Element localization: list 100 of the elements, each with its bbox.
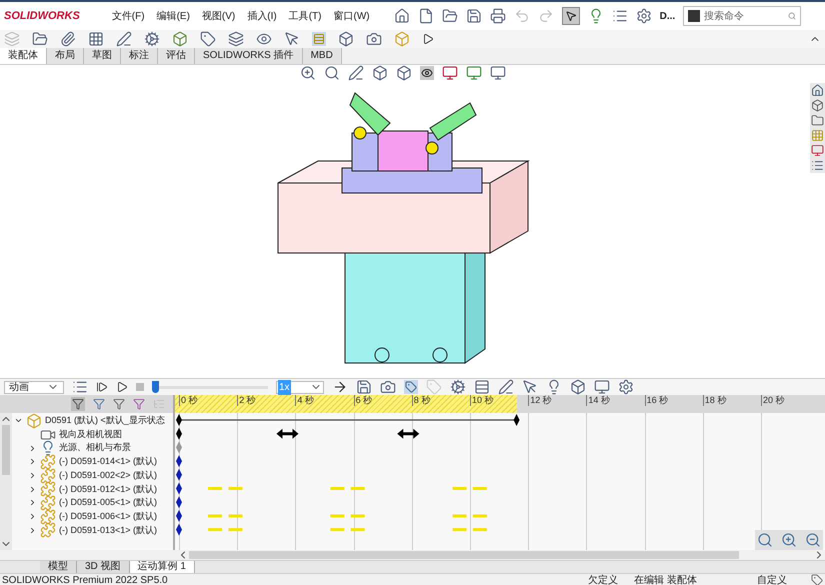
tree-toggle[interactable] bbox=[28, 484, 37, 494]
keyframe-diamond[interactable] bbox=[176, 414, 182, 426]
tree-toggle[interactable] bbox=[28, 526, 37, 535]
tree-item-label[interactable]: (-) D0591-005<1> (默认) bbox=[59, 496, 158, 510]
tree-item-label[interactable]: (-) D0591-014<1> (默认) bbox=[59, 455, 158, 469]
save-icon[interactable] bbox=[466, 8, 482, 24]
pattern-icon[interactable] bbox=[88, 31, 104, 47]
tree-item-label[interactable]: (-) D0591-012<1> (默认) bbox=[59, 482, 158, 496]
units-selector[interactable]: 自定义 bbox=[757, 572, 787, 585]
force-icon[interactable] bbox=[522, 379, 538, 395]
settings-icon[interactable] bbox=[618, 379, 634, 395]
document-tab[interactable]: 3D 视图 bbox=[77, 561, 130, 573]
animation-wizard-icon[interactable] bbox=[380, 379, 396, 395]
gear-icon[interactable] bbox=[144, 31, 160, 47]
section-view-icon[interactable] bbox=[372, 65, 388, 81]
tree-item-label[interactable]: D0591 (默认) <默认_显示状态 bbox=[45, 414, 165, 428]
zoom-area-icon[interactable] bbox=[324, 65, 340, 81]
timeline-scrollbar-thumb[interactable] bbox=[189, 551, 739, 559]
home-icon[interactable] bbox=[811, 84, 824, 97]
tree-toggle[interactable] bbox=[28, 498, 37, 508]
ribbon-tab[interactable]: MBD bbox=[302, 48, 342, 64]
monitor-icon[interactable] bbox=[490, 65, 506, 81]
tag-icon[interactable] bbox=[811, 574, 823, 585]
menu-item[interactable]: 窗口(W) bbox=[333, 8, 370, 24]
design-library-icon[interactable] bbox=[811, 99, 824, 112]
scrollbar-thumb[interactable] bbox=[2, 425, 10, 475]
search-field[interactable]: 搜索命令 bbox=[704, 8, 784, 24]
ribbon-tab[interactable]: 评估 bbox=[158, 48, 195, 64]
edit-icon[interactable] bbox=[116, 31, 132, 47]
ribbon-tab[interactable]: 标注 bbox=[121, 48, 158, 64]
keyframe-diamond[interactable] bbox=[176, 496, 182, 508]
tree-item-label[interactable]: (-) D0591-013<1> (默认) bbox=[59, 524, 158, 538]
explode-icon[interactable] bbox=[228, 31, 244, 47]
scene-icon[interactable] bbox=[466, 65, 482, 81]
menu-item[interactable]: 编辑(E) bbox=[156, 8, 190, 24]
search-box[interactable]: 搜索命令 bbox=[683, 6, 802, 26]
display-style-button[interactable] bbox=[420, 66, 434, 80]
new-file-icon[interactable] bbox=[418, 8, 434, 24]
study-type-dropdown[interactable]: 动画 bbox=[4, 380, 64, 394]
ribbon-tab[interactable]: 装配体 bbox=[0, 48, 47, 64]
view-palette-icon[interactable] bbox=[811, 129, 824, 142]
keyframe-diamond[interactable] bbox=[514, 414, 520, 426]
tree-toggle[interactable] bbox=[28, 444, 37, 453]
zoom-icon[interactable] bbox=[300, 65, 316, 81]
zoom-out-icon[interactable] bbox=[805, 532, 821, 548]
study-properties-icon[interactable] bbox=[594, 379, 610, 395]
filter-button[interactable] bbox=[71, 397, 85, 411]
contact-icon[interactable] bbox=[498, 379, 514, 395]
keyframe-diamond[interactable] bbox=[176, 455, 182, 468]
spring-icon[interactable] bbox=[474, 379, 490, 395]
open-folder-icon[interactable] bbox=[442, 8, 458, 24]
view-orientation-icon[interactable] bbox=[396, 65, 412, 81]
keyframe-diamond[interactable] bbox=[176, 428, 182, 440]
zoom-in-icon[interactable] bbox=[781, 532, 797, 548]
tree-toggle[interactable] bbox=[28, 512, 37, 522]
tree-item-label[interactable]: 视向及相机视图 bbox=[59, 428, 122, 442]
interpolation-marker[interactable] bbox=[397, 428, 420, 439]
tree-item-label[interactable]: (-) D0591-006<1> (默认) bbox=[59, 510, 158, 524]
tree-toggle[interactable] bbox=[28, 471, 37, 480]
menu-item[interactable]: 工具(T) bbox=[288, 8, 322, 24]
filter-selected-icon[interactable] bbox=[133, 398, 145, 410]
print-icon[interactable] bbox=[490, 8, 506, 24]
insert-component-icon[interactable] bbox=[32, 31, 48, 47]
interpolation-marker[interactable] bbox=[276, 428, 298, 439]
folder-icon[interactable] bbox=[811, 114, 824, 127]
menu-item[interactable]: 视图(V) bbox=[202, 8, 236, 24]
appearances-icon[interactable] bbox=[811, 144, 824, 157]
filter-animated-icon[interactable] bbox=[93, 398, 105, 410]
document-tab[interactable]: 模型 bbox=[40, 561, 77, 573]
save-animation-icon[interactable] bbox=[356, 379, 372, 395]
reference-icon[interactable] bbox=[200, 31, 216, 47]
ribbon-tab[interactable]: 布局 bbox=[47, 48, 84, 64]
home-icon[interactable] bbox=[394, 8, 410, 24]
motor-icon[interactable] bbox=[450, 379, 466, 395]
play-from-start-icon[interactable] bbox=[96, 381, 108, 393]
document-tab[interactable]: 运动算例 1 bbox=[130, 561, 195, 573]
zoom-to-fit-icon[interactable] bbox=[757, 532, 773, 548]
assembly-feature-icon[interactable] bbox=[172, 31, 188, 47]
keyframe-diamond[interactable] bbox=[176, 510, 182, 522]
previous-view-icon[interactable] bbox=[348, 65, 364, 81]
mate-icon[interactable] bbox=[60, 31, 76, 47]
camera-icon[interactable] bbox=[366, 31, 382, 47]
ribbon-tab[interactable]: 草图 bbox=[84, 48, 121, 64]
appearance-icon[interactable] bbox=[442, 65, 458, 81]
keyframe-diamond[interactable] bbox=[176, 524, 182, 536]
tree-item-label[interactable]: (-) D0591-002<2> (默认) bbox=[59, 468, 158, 482]
settings-icon[interactable] bbox=[636, 8, 652, 24]
snapshot-icon[interactable] bbox=[338, 31, 354, 47]
keyframe-diamond[interactable] bbox=[176, 482, 182, 494]
keyframe-diamond[interactable] bbox=[176, 468, 182, 481]
arrow-right-icon[interactable] bbox=[332, 379, 348, 395]
ribbon-tab[interactable]: SOLIDWORKS 插件 bbox=[195, 48, 303, 64]
play-icon[interactable] bbox=[116, 381, 128, 393]
menu-item[interactable]: 文件(F) bbox=[112, 8, 145, 24]
move-icon[interactable] bbox=[284, 31, 300, 47]
select-tool-button[interactable] bbox=[562, 7, 580, 25]
search-icon[interactable] bbox=[788, 10, 796, 22]
tree-item-label[interactable]: 光源、相机与布景 bbox=[59, 441, 131, 455]
tree-toggle[interactable] bbox=[28, 457, 37, 466]
filter-driving-icon[interactable] bbox=[113, 398, 125, 410]
